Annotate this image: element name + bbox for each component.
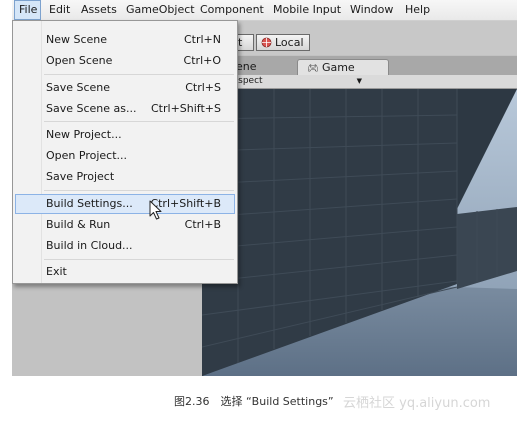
menu-item-open-scene[interactable]: Open Scene Ctrl+O <box>15 51 235 71</box>
menu-item-label: Open Scene <box>46 54 113 67</box>
menu-item-shortcut: Ctrl+Shift+S <box>151 102 221 115</box>
globe-icon <box>261 37 272 48</box>
menu-item-shortcut: Ctrl+B <box>184 218 221 231</box>
game-view-toolbar: Aspect ▼ <box>202 75 517 89</box>
menu-edit[interactable]: Edit <box>45 0 74 20</box>
menu-item-build-settings[interactable]: Build Settings... Ctrl+Shift+B <box>15 194 235 214</box>
menu-window[interactable]: Window <box>346 0 397 20</box>
local-label: Local <box>275 36 304 49</box>
mouse-pointer-icon <box>149 200 162 220</box>
menu-help[interactable]: Help <box>401 0 434 20</box>
menu-item-label: Save Scene <box>46 81 111 94</box>
menu-item-build-and-run[interactable]: Build & Run Ctrl+B <box>15 215 235 235</box>
menu-item-label: Save Scene as... <box>46 102 137 115</box>
caption-text: 图2.36 选择 “Build Settings” <box>174 395 334 408</box>
menu-file[interactable]: File <box>14 0 41 20</box>
menu-component[interactable]: Component <box>196 0 268 20</box>
menu-item-exit[interactable]: Exit <box>15 262 235 282</box>
unity-editor-screenshot: File Edit Assets GameObject Component Mo… <box>12 0 517 376</box>
menu-item-label: New Project... <box>46 128 122 141</box>
menu-item-new-project[interactable]: New Project... <box>15 125 235 145</box>
menu-item-label: New Scene <box>46 33 108 46</box>
tab-game-label: Game <box>321 61 355 74</box>
menu-assets[interactable]: Assets <box>77 0 121 20</box>
menu-gameobject[interactable]: GameObject <box>122 0 199 20</box>
game-view-scene <box>202 89 517 376</box>
menu-item-save-scene[interactable]: Save Scene Ctrl+S <box>15 78 235 98</box>
watermark: 云栖社区 yq.aliyun.com <box>343 396 491 411</box>
game-tab-icon: 🎮︎ <box>307 64 319 74</box>
menu-mobile-input[interactable]: Mobile Input <box>269 0 345 20</box>
menu-bar: File Edit Assets GameObject Component Mo… <box>12 0 517 21</box>
menu-item-label: Build in Cloud... <box>46 239 133 252</box>
menu-separator <box>44 74 234 75</box>
menu-item-label: Save Project <box>46 170 115 183</box>
menu-item-label: Build Settings... <box>46 197 133 210</box>
menu-item-label: Exit <box>46 265 67 278</box>
menu-item-open-project[interactable]: Open Project... <box>15 146 235 166</box>
menu-item-new-scene[interactable]: New Scene Ctrl+N <box>15 30 235 50</box>
figure-caption: 图2.36 选择 “Build Settings” 云栖社区 yq.aliyun… <box>0 392 528 412</box>
menu-item-label: Build & Run <box>46 218 111 231</box>
menu-separator <box>44 190 234 191</box>
tab-scene[interactable]: ene <box>234 59 294 75</box>
chevron-down-icon: ▼ <box>356 77 362 85</box>
menu-item-save-scene-as[interactable]: Save Scene as... Ctrl+Shift+S <box>15 99 235 119</box>
menu-separator <box>44 259 234 260</box>
tab-game[interactable]: 🎮︎ Game <box>297 59 389 75</box>
menu-item-label: Open Project... <box>46 149 128 162</box>
menu-item-shortcut: Ctrl+O <box>183 54 221 67</box>
file-menu-dropdown: New Scene Ctrl+N Open Scene Ctrl+O Save … <box>12 20 238 284</box>
menu-item-save-project[interactable]: Save Project <box>15 167 235 187</box>
menu-item-build-in-cloud[interactable]: Build in Cloud... <box>15 236 235 256</box>
menu-item-shortcut: Ctrl+S <box>185 81 221 94</box>
menu-separator <box>44 121 234 122</box>
local-toggle[interactable]: Local <box>256 34 310 51</box>
game-viewport <box>202 89 517 376</box>
menu-item-shortcut: Ctrl+N <box>183 33 221 46</box>
